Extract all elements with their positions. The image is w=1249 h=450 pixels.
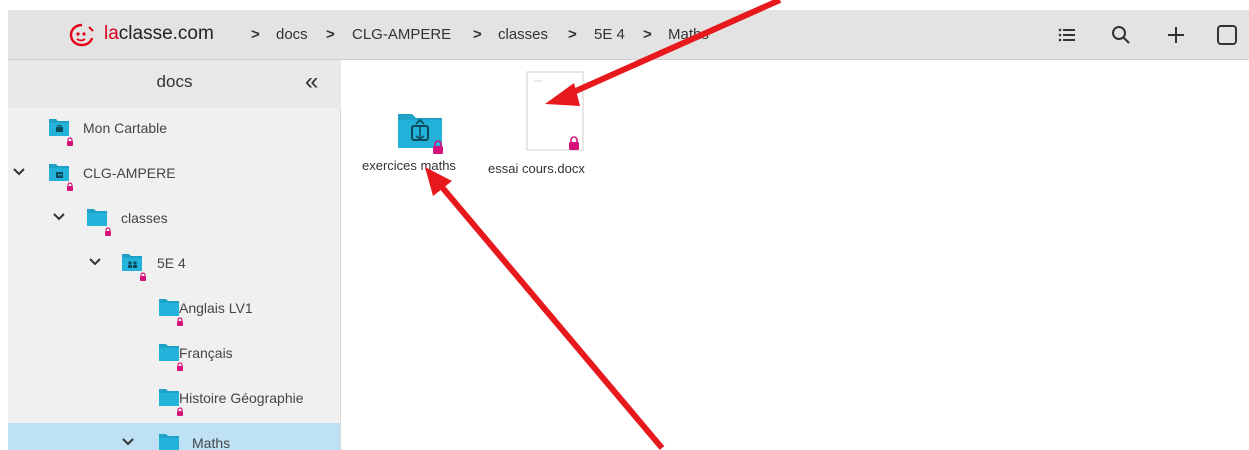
sidebar-item-label: Mon Cartable (83, 120, 168, 136)
lock-icon (433, 140, 443, 154)
folder-icon (159, 389, 179, 406)
sidebar-item-mon-cartable[interactable]: Mon Cartable (8, 108, 340, 152)
sidebar-item-maths[interactable]: Maths (8, 423, 340, 450)
sidebar-header: docs « (8, 60, 341, 108)
group-folder-icon (122, 254, 142, 271)
briefcase-folder-icon (49, 119, 69, 136)
search-icon[interactable] (1110, 24, 1132, 46)
lock-icon (177, 407, 183, 416)
lock-icon (105, 227, 111, 236)
chevron-down-icon[interactable] (121, 435, 135, 449)
school-folder-icon (49, 164, 69, 181)
breadcrumb-separator: > (568, 26, 577, 43)
folder-icon (159, 344, 179, 361)
sidebar-item-clg-ampere[interactable]: CLG-AMPERE (8, 153, 340, 197)
sidebar-item-label: Maths (192, 435, 231, 450)
app-window: laclasse.com > docs > CLG-AMPERE > class… (8, 10, 1249, 450)
file-item-label: essai cours.docx (488, 161, 585, 176)
chevron-down-icon[interactable] (12, 165, 26, 179)
chevron-down-icon[interactable] (88, 255, 102, 269)
breadcrumb-docs[interactable]: docs (276, 26, 308, 43)
sidebar-item-histoire-g-ographie[interactable]: Histoire Géographie (8, 378, 340, 422)
sidebar-item-label: Français (179, 345, 233, 361)
list-view-icon[interactable] (1056, 24, 1078, 46)
file-item-label: exercices maths (362, 158, 456, 173)
lock-icon (140, 272, 146, 281)
folder-icon (87, 209, 107, 226)
sidebar-item-label: classes (121, 210, 168, 226)
laclasse-logo-icon[interactable] (69, 23, 95, 47)
file-item[interactable]: exercices maths (350, 90, 480, 190)
brand-name[interactable]: laclasse.com (104, 23, 214, 45)
top-bar: laclasse.com > docs > CLG-AMPERE > class… (8, 10, 1249, 60)
sidebar-item-fran-ais[interactable]: Français (8, 333, 340, 377)
sidebar-item-5e-4[interactable]: 5E 4 (8, 243, 340, 287)
sidebar-item-label: Anglais LV1 (179, 300, 253, 316)
sidebar-item-anglais-lv1[interactable]: Anglais LV1 (8, 288, 340, 332)
select-all-checkbox-icon[interactable] (1216, 24, 1238, 46)
lock-icon (177, 317, 183, 326)
collapse-sidebar-button[interactable]: « (305, 68, 318, 96)
sidebar-title: docs (156, 72, 193, 91)
chevron-down-icon[interactable] (52, 210, 66, 224)
sidebar-item-label: CLG-AMPERE (83, 165, 176, 181)
folder-tree-sidebar: docs « Mon Cartable CLG-AMPERE classes 5E 4… (8, 60, 341, 450)
brand-suffix: classe.com (118, 23, 214, 44)
add-icon[interactable] (1165, 24, 1187, 46)
breadcrumb-clg-ampere[interactable]: CLG-AMPERE (352, 26, 451, 43)
folder-icon (159, 299, 179, 316)
folder-icon (159, 434, 179, 450)
lock-icon (67, 137, 73, 146)
lock-icon (67, 182, 73, 191)
breadcrumb-separator: > (473, 26, 482, 43)
brand-prefix: la (104, 23, 119, 44)
breadcrumb-separator: > (251, 26, 260, 43)
lock-icon (569, 136, 579, 150)
sidebar-item-label: 5E 4 (157, 255, 186, 271)
file-item[interactable]: essai cours.docx (484, 68, 624, 190)
sidebar-item-classes[interactable]: classes (8, 198, 340, 242)
file-browser-content: exercices maths essai cours.docx (342, 60, 1249, 450)
breadcrumb-classes[interactable]: classes (498, 26, 548, 43)
lock-icon (177, 362, 183, 371)
breadcrumb-maths[interactable]: Maths (668, 26, 709, 43)
breadcrumb-5e4[interactable]: 5E 4 (594, 26, 625, 43)
breadcrumb-separator: > (326, 26, 335, 43)
breadcrumb-separator: > (643, 26, 652, 43)
sidebar-item-label: Histoire Géographie (179, 390, 304, 406)
